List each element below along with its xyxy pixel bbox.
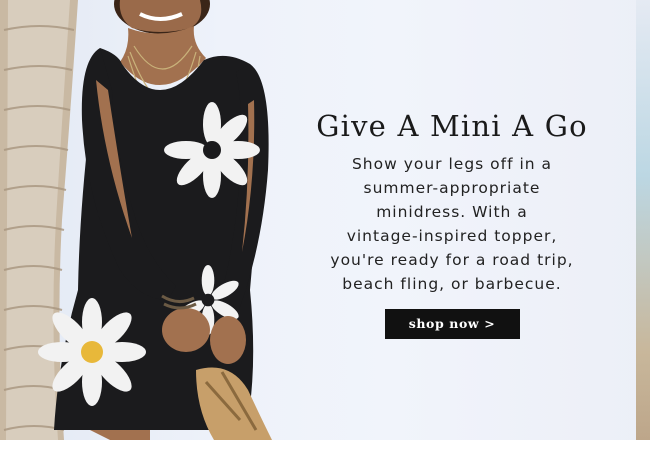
description-line: beach fling, or barbecue. xyxy=(342,275,562,293)
promo-description: Show your legs off in a summer-appropria… xyxy=(302,152,602,296)
description-line: minidress. With a xyxy=(376,203,528,221)
product-photo[interactable] xyxy=(0,0,300,440)
shop-now-button[interactable]: shop now > xyxy=(384,309,520,339)
description-line: you're ready for a road trip, xyxy=(330,251,574,269)
headline: Give A Mini A Go xyxy=(316,109,588,143)
promo-copy: Give A Mini A Go Show your legs off in a… xyxy=(292,108,612,339)
promo-banner: Give A Mini A Go Show your legs off in a… xyxy=(0,0,650,440)
description-line: Show your legs off in a xyxy=(351,155,553,173)
background-edge-right xyxy=(636,0,650,440)
bottom-margin xyxy=(0,440,650,450)
description-line: summer-appropriate xyxy=(363,179,541,197)
description-line: vintage-inspired topper, xyxy=(346,227,558,245)
